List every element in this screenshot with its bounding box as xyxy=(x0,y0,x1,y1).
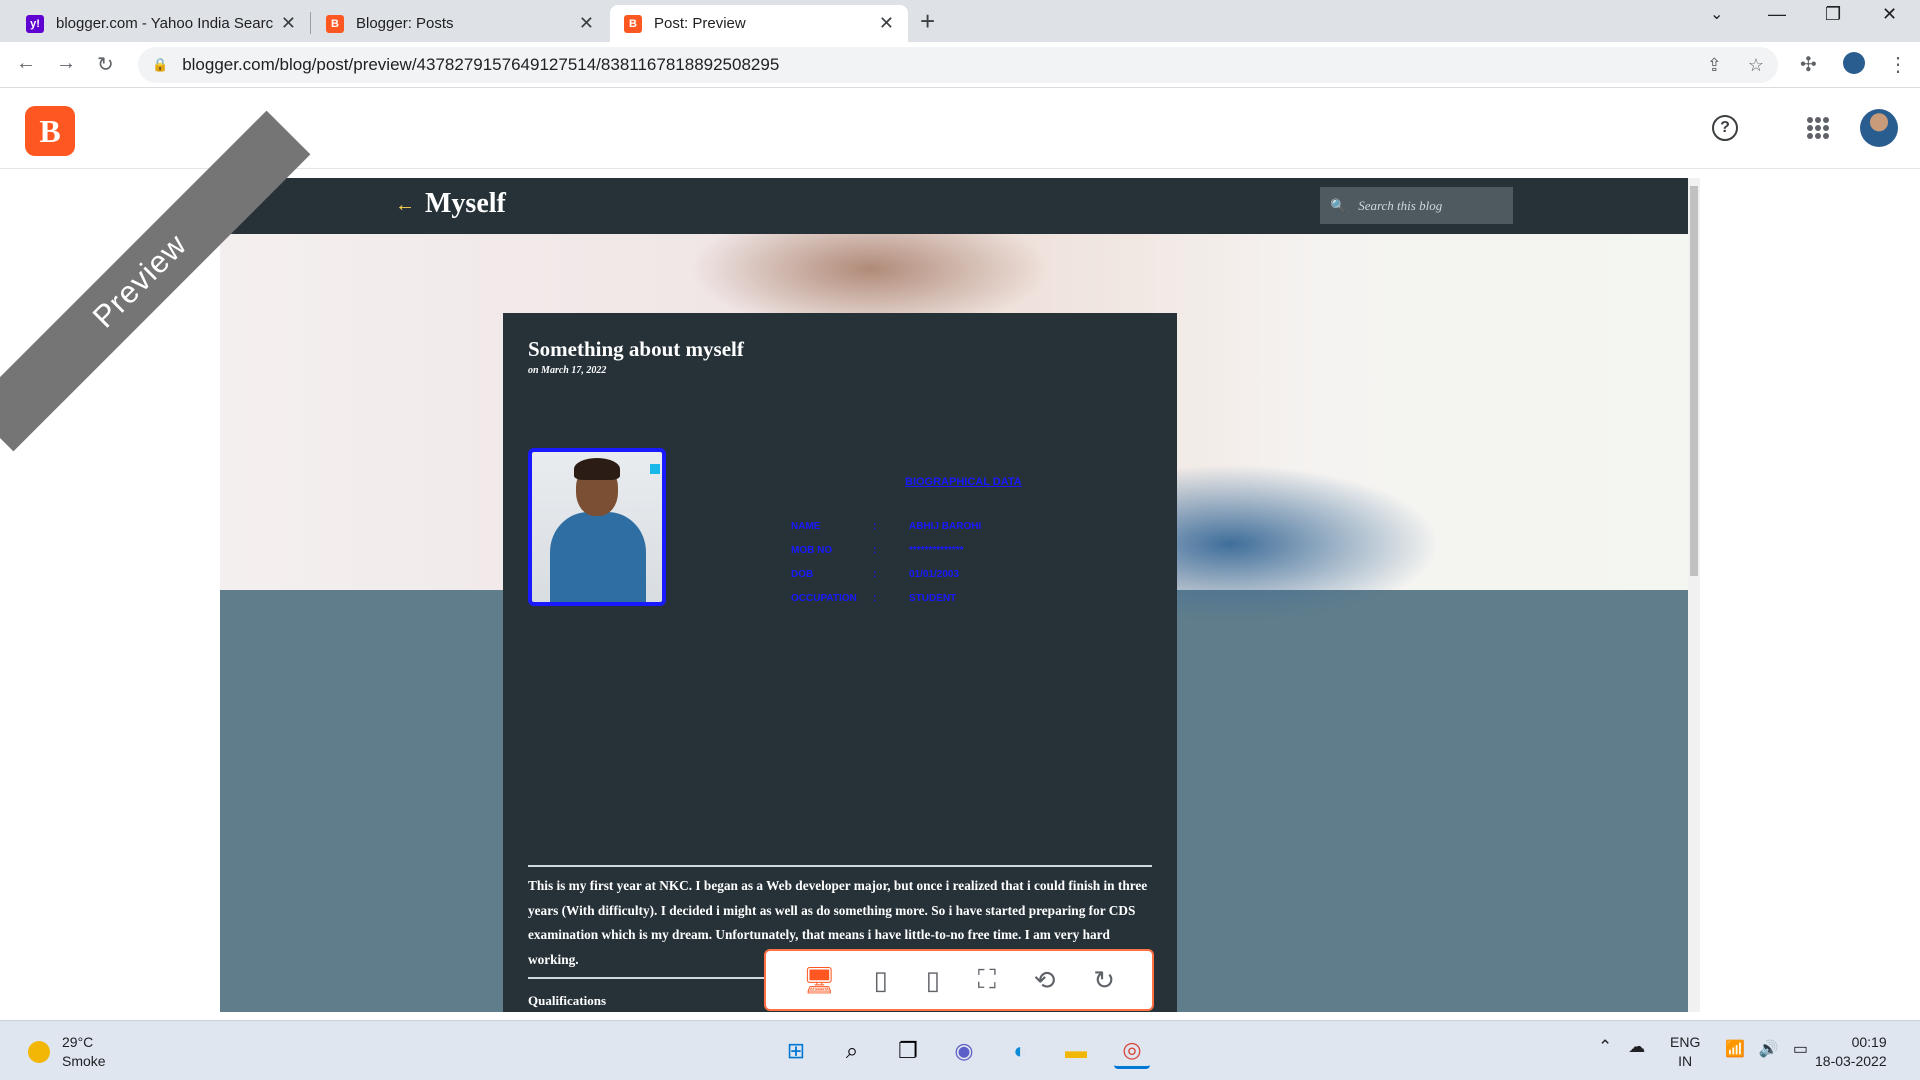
mobile-icon[interactable]: ▯ xyxy=(926,965,940,996)
rotate-icon[interactable]: ⟲ xyxy=(1034,965,1056,996)
language-indicator[interactable]: ENG IN xyxy=(1670,1033,1700,1071)
profile-avatar[interactable] xyxy=(1843,52,1865,74)
chat-icon[interactable]: ◉ xyxy=(946,1033,982,1069)
close-tab-icon[interactable]: ✕ xyxy=(879,13,894,34)
start-icon[interactable]: ⊞ xyxy=(778,1033,814,1069)
address-bar[interactable]: 🔒 blogger.com/blog/post/preview/43782791… xyxy=(138,47,1778,83)
close-tab-icon[interactable]: ✕ xyxy=(579,13,594,34)
system-tray: ⌃ ☁ xyxy=(1598,1037,1645,1057)
preview-viewport: ← Myself 🔍 Search this blog Something ab… xyxy=(220,178,1688,1012)
google-apps-icon[interactable] xyxy=(1807,117,1829,139)
bio-separator: : xyxy=(873,593,877,604)
tab-divider xyxy=(310,12,311,34)
tablet-icon[interactable]: ▯ xyxy=(874,965,888,996)
tab-title: blogger.com - Yahoo India Searc xyxy=(56,15,273,32)
desktop-icon[interactable]: 🖥 xyxy=(803,965,836,996)
weather-icon xyxy=(28,1041,50,1063)
preview-scrollbar[interactable] xyxy=(1688,178,1700,1012)
windows-taskbar: 29°C Smoke ⊞ ⌕ ❐ ◉ ◐ ▬ ◎ ⌃ ☁ ENG IN 📶 🔊 … xyxy=(0,1020,1920,1080)
region: IN xyxy=(1678,1053,1693,1069)
divider xyxy=(528,977,768,979)
profile-photo xyxy=(528,448,666,606)
bio-value: ************** xyxy=(909,545,964,556)
blog-search-input[interactable]: 🔍 Search this blog xyxy=(1320,187,1513,224)
divider xyxy=(528,865,1152,867)
close-window-icon[interactable]: ✕ xyxy=(1882,4,1897,25)
reload-icon[interactable]: ↻ xyxy=(97,52,114,77)
url-text[interactable]: blogger.com/blog/post/preview/4378279157… xyxy=(182,55,779,75)
minimize-icon[interactable]: — xyxy=(1768,4,1786,25)
time: 00:19 xyxy=(1851,1034,1887,1050)
search-icon[interactable]: ⌕ xyxy=(834,1033,870,1069)
onedrive-icon[interactable]: ☁ xyxy=(1628,1037,1645,1057)
bookmark-star-icon[interactable]: ☆ xyxy=(1748,55,1764,76)
edge-icon[interactable]: ◐ xyxy=(1002,1033,1038,1069)
help-icon[interactable]: ? xyxy=(1712,115,1738,141)
tab-title: Post: Preview xyxy=(654,15,746,32)
weather-condition: Smoke xyxy=(62,1053,106,1069)
browser-tab-strip: y! blogger.com - Yahoo India Searc ✕ B B… xyxy=(0,0,1920,42)
yahoo-icon: y! xyxy=(26,14,44,33)
blog-header-bar: ← Myself 🔍 Search this blog xyxy=(220,178,1688,234)
tab-post-preview[interactable]: B Post: Preview ✕ xyxy=(610,5,908,42)
qualifications-heading: Qualifications xyxy=(528,993,607,1008)
blogger-icon: B xyxy=(624,14,642,33)
bio-label: NAME xyxy=(791,521,821,532)
restore-icon[interactable]: ❐ xyxy=(1825,4,1841,25)
bio-label: DOB xyxy=(791,569,814,580)
post-date: on March 17, 2022 xyxy=(528,365,607,376)
bio-label: OCCUPATION xyxy=(791,593,857,604)
tab-search-icon[interactable]: ⌄ xyxy=(1710,4,1723,24)
device-preview-toolbar: 🖥 ▯ ▯ ⛶ ⟲ ↻ xyxy=(764,949,1154,1011)
clock[interactable]: 00:19 18-03-2022 xyxy=(1815,1033,1887,1071)
date: 18-03-2022 xyxy=(1815,1053,1887,1069)
bio-heading: BIOGRAPHICAL DATA xyxy=(905,476,1022,488)
search-icon: 🔍 xyxy=(1330,197,1347,213)
menu-kebab-icon[interactable]: ⋮ xyxy=(1888,52,1908,77)
blogger-icon: B xyxy=(326,14,344,33)
bio-value: 01/01/2003 xyxy=(909,569,960,580)
fullscreen-icon[interactable]: ⛶ xyxy=(978,964,996,996)
weather-widget[interactable]: 29°C Smoke xyxy=(28,1033,106,1071)
new-tab-button[interactable]: + xyxy=(920,6,935,37)
bio-value: STUDENT xyxy=(909,593,957,604)
file-explorer-icon[interactable]: ▬ xyxy=(1058,1033,1094,1069)
scrollbar-thumb[interactable] xyxy=(1690,186,1698,576)
back-icon[interactable]: ← xyxy=(16,52,36,75)
bio-label: MOB NO xyxy=(791,545,833,556)
lock-icon[interactable]: 🔒 xyxy=(152,57,168,73)
chevron-up-icon[interactable]: ⌃ xyxy=(1598,1037,1612,1057)
forward-icon[interactable]: → xyxy=(56,52,76,75)
battery-icon: ▭ xyxy=(1792,1041,1808,1058)
post-title: Something about myself xyxy=(528,337,744,361)
search-placeholder: Search this blog xyxy=(1358,197,1443,213)
quick-settings[interactable]: 📶 🔊 ▭ xyxy=(1725,1039,1808,1059)
blogger-logo[interactable]: B xyxy=(25,106,75,156)
bio-separator: : xyxy=(873,569,877,580)
volume-icon: 🔊 xyxy=(1758,1041,1779,1058)
tab-title: Blogger: Posts xyxy=(356,15,454,32)
temperature: 29°C xyxy=(62,1034,94,1050)
share-icon[interactable]: ⇪ xyxy=(1707,55,1722,76)
browser-toolbar: ← → ↻ 🔒 blogger.com/blog/post/preview/43… xyxy=(0,42,1920,88)
bio-separator: : xyxy=(873,545,877,556)
language: ENG xyxy=(1670,1034,1701,1050)
close-tab-icon[interactable]: ✕ xyxy=(281,13,296,34)
account-avatar[interactable] xyxy=(1860,109,1898,147)
task-view-icon[interactable]: ❐ xyxy=(890,1033,926,1069)
blog-title[interactable]: Myself xyxy=(425,188,506,220)
bio-separator: : xyxy=(873,521,877,532)
tab-yahoo-search[interactable]: y! blogger.com - Yahoo India Searc ✕ xyxy=(12,5,310,42)
wifi-icon: 📶 xyxy=(1725,1041,1745,1058)
post-card: Something about myself on March 17, 2022… xyxy=(503,313,1177,1012)
extensions-icon[interactable]: ✣ xyxy=(1800,52,1817,77)
chrome-icon[interactable]: ◎ xyxy=(1114,1033,1150,1069)
bio-value: ABHIJ BAROHI xyxy=(909,521,982,532)
tab-blogger-posts[interactable]: B Blogger: Posts ✕ xyxy=(312,5,608,42)
refresh-icon[interactable]: ↻ xyxy=(1093,965,1115,996)
back-arrow-icon[interactable]: ← xyxy=(395,194,415,217)
